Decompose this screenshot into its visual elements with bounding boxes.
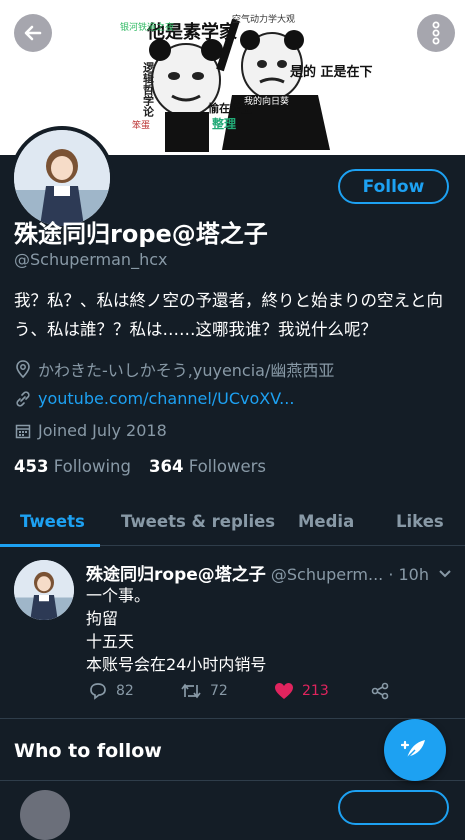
website-link[interactable]: youtube.com/channel/UCvoXV... bbox=[38, 389, 294, 408]
tweet-header: 殊途同归rope@塔之子 @Schuperm... · 10h bbox=[86, 560, 429, 585]
following-count: 453 bbox=[14, 457, 49, 476]
who-to-follow-heading: Who to follow bbox=[14, 740, 162, 762]
tab-tweets[interactable]: Tweets bbox=[20, 497, 85, 545]
like-button[interactable]: 213 bbox=[274, 682, 329, 700]
tweet-menu-button[interactable] bbox=[438, 564, 452, 583]
section-divider bbox=[0, 780, 465, 781]
back-button[interactable] bbox=[14, 14, 52, 52]
followers-count: 364 bbox=[148, 457, 184, 476]
tweet-line: 拘留 bbox=[86, 609, 119, 628]
profile-website[interactable]: youtube.com/channel/UCvoXV... bbox=[14, 389, 294, 408]
reply-count: 82 bbox=[116, 683, 134, 699]
profile-handle: @Schuperman_hcx bbox=[14, 250, 168, 269]
tab-media[interactable]: Media bbox=[298, 497, 354, 545]
suggested-user-avatar[interactable] bbox=[20, 790, 70, 840]
banner-label-2: 逻辑哲学论 bbox=[142, 61, 155, 118]
location-pin-icon bbox=[14, 360, 32, 378]
banner-label-4: 愉在转生 bbox=[208, 101, 252, 115]
reply-button[interactable]: 82 bbox=[88, 682, 134, 700]
reply-icon bbox=[90, 683, 106, 700]
retweet-icon bbox=[181, 683, 201, 699]
follow-stats: 453 Following 364 Followers bbox=[14, 457, 266, 476]
more-options-button[interactable] bbox=[417, 14, 455, 52]
share-icon bbox=[371, 682, 389, 700]
tweet-text: 一个事。 拘留 十五天 本账号会在24小时内销号 bbox=[86, 584, 266, 676]
followers-label: Followers bbox=[188, 457, 266, 476]
tweet-line: 十五天 bbox=[86, 632, 135, 651]
tweet-line: 一个事。 bbox=[86, 586, 151, 605]
following-stat[interactable]: 453 Following bbox=[14, 457, 131, 476]
tweet-author-name[interactable]: 殊途同归rope@塔之子 bbox=[86, 565, 266, 585]
banner-label-1: 空气动力学大观 bbox=[232, 13, 295, 25]
tweet-time: · 10h bbox=[388, 565, 429, 584]
share-button[interactable] bbox=[370, 682, 390, 700]
chevron-down-icon bbox=[439, 570, 451, 578]
link-icon bbox=[14, 390, 32, 408]
compose-icon bbox=[401, 740, 425, 759]
suggested-follow-button[interactable] bbox=[338, 790, 449, 825]
joined-text: Joined July 2018 bbox=[38, 421, 167, 440]
tweet-line: 本账号会在24小时内销号 bbox=[86, 655, 267, 674]
tweet-item[interactable]: 殊途同归rope@塔之子 @Schuperm... · 10h 一个事。 拘留 … bbox=[0, 548, 465, 719]
tab-tweets-replies[interactable]: Tweets & replies bbox=[121, 497, 275, 545]
banner-caption-right: 是的 正是在下 bbox=[289, 64, 373, 80]
profile-name: 殊途同归rope@塔之子 bbox=[14, 220, 268, 248]
back-arrow-icon bbox=[24, 25, 42, 41]
banner-label-5: 整理 bbox=[211, 116, 236, 131]
more-vertical-icon bbox=[432, 21, 440, 45]
follow-button[interactable]: Follow bbox=[338, 169, 449, 204]
profile-location: かわきた-いしかそう,yuyencia/幽燕西亚 bbox=[14, 357, 334, 381]
avatar-image bbox=[14, 130, 110, 226]
tab-likes[interactable]: Likes bbox=[396, 497, 444, 545]
profile-bio: 我？私？、私は終ノ空の予還者，終りと始まりの空えと向う、私は誰？？私は……这哪我… bbox=[14, 291, 443, 339]
banner-label-0: 银河铁道之夜 bbox=[120, 21, 174, 33]
calendar-icon bbox=[14, 422, 32, 440]
followers-stat[interactable]: 364 Followers bbox=[149, 457, 266, 476]
following-label: Following bbox=[53, 457, 131, 476]
tweet-author-handle: @Schuperm... bbox=[270, 565, 384, 584]
profile-joined: Joined July 2018 bbox=[14, 421, 167, 440]
active-tab-indicator bbox=[0, 544, 100, 547]
tweet-avatar[interactable] bbox=[14, 560, 74, 620]
like-count: 213 bbox=[302, 683, 329, 699]
retweet-button[interactable]: 72 bbox=[180, 682, 228, 700]
tweet-avatar-image bbox=[14, 560, 74, 620]
banner-label-6: 笨蛋 bbox=[132, 119, 150, 131]
compose-tweet-button[interactable] bbox=[384, 719, 446, 781]
location-text: かわきた-いしかそう,yuyencia/幽燕西亚 bbox=[38, 361, 335, 380]
heart-icon bbox=[275, 683, 293, 699]
tweet-actions: 82 72 213 bbox=[86, 682, 406, 706]
profile-tabs: Tweets Tweets & replies Media Likes bbox=[0, 497, 465, 546]
retweet-count: 72 bbox=[210, 683, 228, 699]
